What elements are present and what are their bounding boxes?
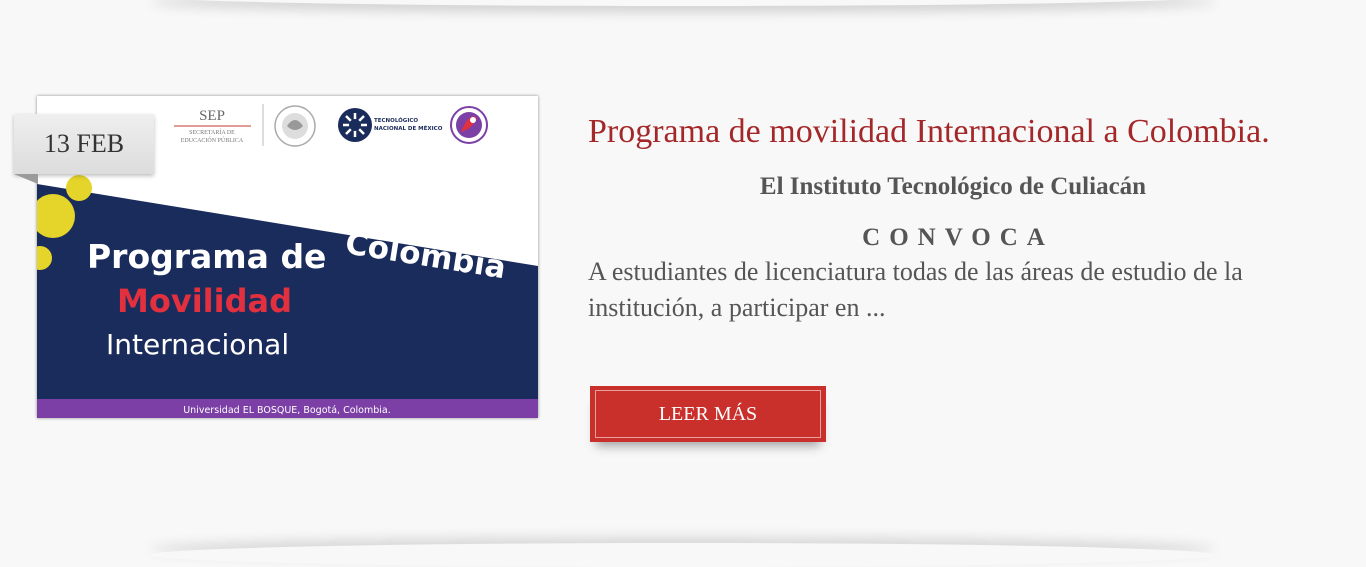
svg-text:SECRETARÍA DE: SECRETARÍA DE — [189, 128, 235, 136]
svg-text:NACIONAL DE MÉXICO: NACIONAL DE MÉXICO — [374, 124, 443, 132]
date-badge: 13 FEB — [14, 114, 154, 174]
top-divider-shadow — [150, 0, 1216, 6]
post-description: A estudiantes de licenciatura todas de l… — [588, 257, 1243, 322]
svg-text:TECNOLÓGICO: TECNOLÓGICO — [374, 117, 418, 124]
read-more-button[interactable]: LEER MÁS — [590, 386, 826, 442]
image-line1: Programa de — [87, 237, 326, 276]
image-line2: Movilidad — [117, 282, 292, 320]
image-line3: Internacional — [106, 328, 289, 361]
post-subtitle: El Instituto Tecnológico de Culiacán — [759, 173, 1147, 200]
read-more-label: LEER MÁS — [595, 390, 821, 438]
svg-text:EDUCACIÓN PÚBLICA: EDUCACIÓN PÚBLICA — [181, 136, 244, 144]
post-convoca: CONVOCA — [862, 224, 1054, 251]
institute-logo — [450, 106, 488, 144]
image-footer-text: Universidad EL BOSQUE, Bogotá, Colombia. — [183, 405, 391, 416]
bottom-divider-shadow — [150, 543, 1216, 567]
date-badge-fold — [14, 174, 38, 184]
post-content: Programa de movilidad Internacional a Co… — [588, 110, 1328, 326]
post-title[interactable]: Programa de movilidad Internacional a Co… — [588, 110, 1328, 154]
svg-text:SEP: SEP — [199, 108, 225, 124]
